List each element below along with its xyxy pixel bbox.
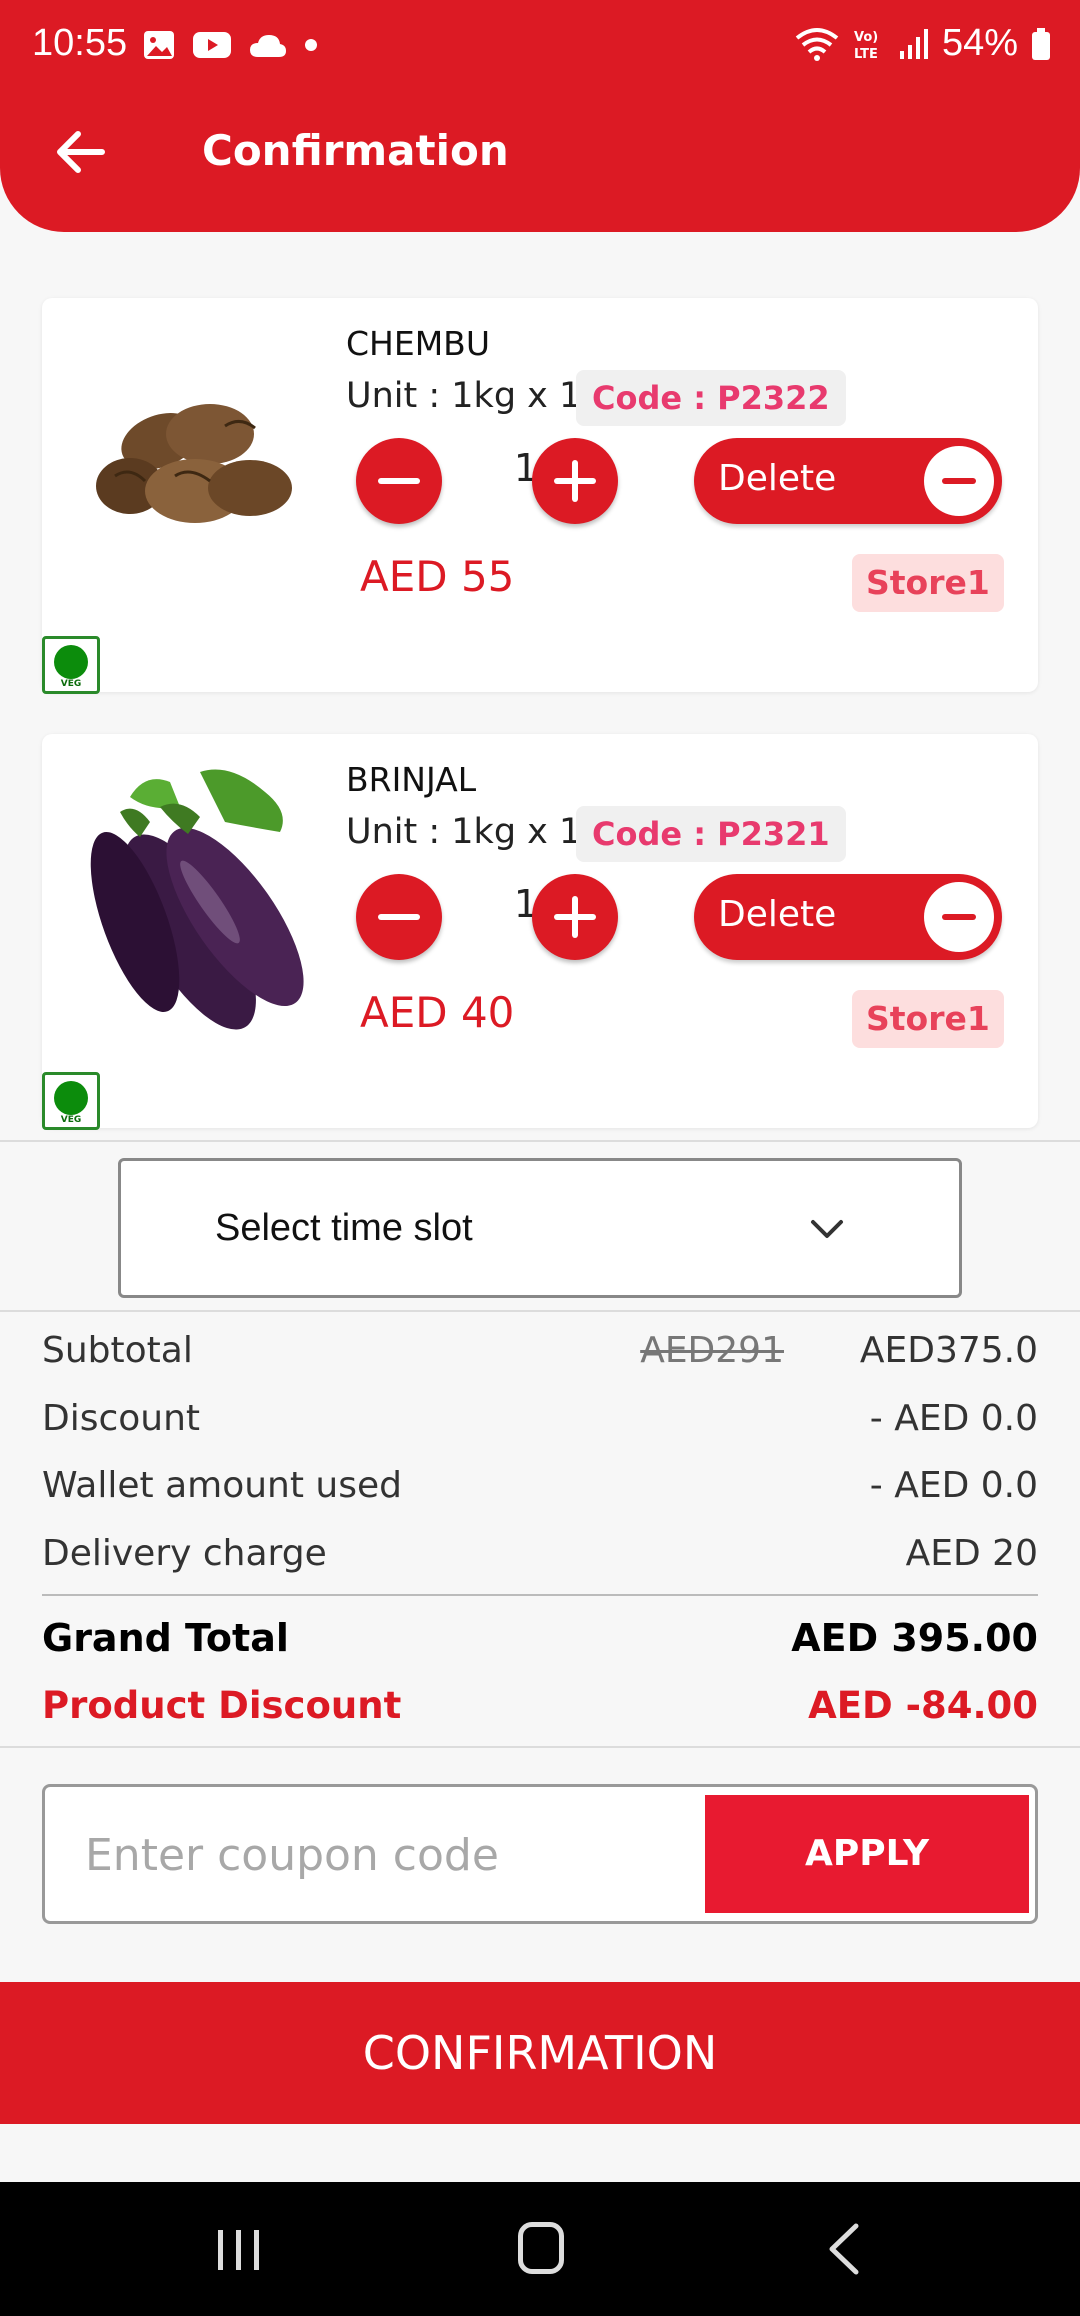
product-code: Code : P2322: [576, 370, 846, 426]
divider: [0, 1310, 1080, 1312]
minus-icon: [378, 478, 420, 484]
delete-button[interactable]: Delete: [694, 874, 1002, 960]
volte-icon: Vo) LTE: [854, 30, 878, 62]
product-unit: Unit : 1kg x 1: [346, 376, 582, 416]
svg-text:LTE: LTE: [854, 47, 878, 62]
coupon-input[interactable]: [85, 1817, 685, 1893]
wallet-value: - AED 0.0: [869, 1465, 1038, 1506]
discount-value: - AED 0.0: [869, 1398, 1038, 1439]
store-badge: Store1: [852, 554, 1004, 612]
veg-badge: VEG: [42, 636, 100, 694]
product-discount-value: AED -84.00: [808, 1684, 1038, 1727]
veg-badge: VEG: [42, 1072, 100, 1130]
time-slot-label: Select time slot: [215, 1207, 473, 1249]
veg-dot-icon: [54, 645, 88, 679]
decrease-quantity-button[interactable]: [356, 874, 442, 960]
original-subtotal: AED291: [640, 1330, 784, 1371]
delete-button[interactable]: Delete: [694, 438, 1002, 524]
system-nav-bar: [0, 2182, 1080, 2316]
app-header: 10:55 Vo) LTE 54% Confirmation: [0, 0, 1080, 232]
remove-icon: [924, 446, 994, 516]
status-time: 10:55: [32, 22, 128, 64]
minus-icon: [378, 914, 420, 920]
store-badge: Store1: [852, 990, 1004, 1048]
youtube-icon: [193, 32, 231, 58]
chevron-down-icon: [811, 1220, 843, 1238]
wifi-icon: [795, 27, 839, 61]
grand-total-row: Grand Total AED 395.00: [42, 1616, 1038, 1660]
product-unit: Unit : 1kg x 1: [346, 812, 582, 852]
product-code: Code : P2321: [576, 806, 846, 862]
battery-level: 54%: [941, 22, 1018, 64]
nav-back-icon[interactable]: [824, 2222, 864, 2276]
delivery-value: AED 20: [905, 1533, 1038, 1574]
status-bar: 10:55 Vo) LTE 54%: [0, 0, 1080, 95]
remove-icon: [924, 882, 994, 952]
coupon-box: APPLY: [42, 1784, 1038, 1924]
summary-divider: [42, 1594, 1038, 1596]
taro-root-image: [96, 404, 292, 523]
eggplant-image: [90, 769, 304, 1030]
increase-quantity-button[interactable]: [532, 874, 618, 960]
cart-item-card: VEG CHEMBU Unit : 1kg x 1 Code : P2322 1…: [42, 298, 1038, 694]
battery-icon: [1032, 27, 1050, 60]
home-icon[interactable]: [518, 2222, 564, 2274]
product-discount-row: Product Discount AED -84.00: [42, 1684, 1038, 1727]
time-slot-dropdown[interactable]: Select time slot: [118, 1158, 962, 1298]
product-name: CHEMBU: [346, 324, 490, 363]
discount-row: Discount - AED 0.0: [42, 1398, 1038, 1439]
product-name: BRINJAL: [346, 760, 477, 799]
subtotal-value: AED375.0: [859, 1330, 1038, 1371]
delivery-row: Delivery charge AED 20: [42, 1533, 1038, 1574]
confirmation-button[interactable]: CONFIRMATION: [0, 1982, 1080, 2124]
cloud-icon: [250, 35, 286, 57]
page-title: Confirmation: [202, 126, 509, 175]
divider: [0, 1746, 1080, 1748]
decrease-quantity-button[interactable]: [356, 438, 442, 524]
wallet-row: Wallet amount used - AED 0.0: [42, 1465, 1038, 1506]
back-arrow-icon[interactable]: [48, 120, 112, 184]
subtotal-row: Subtotal AED291 AED375.0: [42, 1330, 1038, 1371]
divider: [0, 1140, 1080, 1142]
increase-quantity-button[interactable]: [532, 438, 618, 524]
product-price: AED 55: [360, 552, 515, 601]
svg-text:Vo): Vo): [854, 30, 878, 45]
gallery-icon: [144, 31, 174, 59]
veg-dot-icon: [54, 1081, 88, 1115]
apply-button[interactable]: APPLY: [705, 1795, 1029, 1913]
cart-item-card: VEG BRINJAL Unit : 1kg x 1 Code : P2321 …: [42, 734, 1038, 1130]
signal-icon: [899, 28, 928, 59]
product-price: AED 40: [360, 988, 515, 1037]
grand-total-value: AED 395.00: [791, 1616, 1038, 1660]
notification-dot-icon: [305, 39, 317, 51]
recent-apps-icon[interactable]: [214, 2228, 264, 2272]
